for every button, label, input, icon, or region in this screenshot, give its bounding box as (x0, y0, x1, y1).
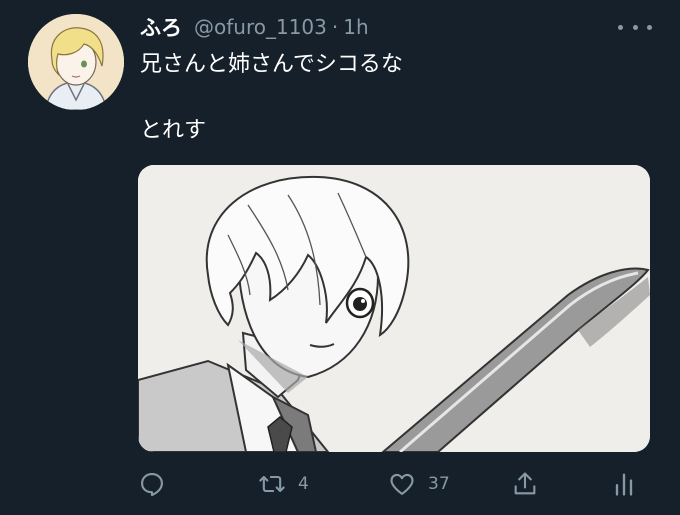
tweet-actions: 4 37 (138, 466, 638, 502)
retweet-count: 4 (298, 474, 309, 494)
share-icon (514, 472, 536, 495)
drawing-image (138, 165, 650, 452)
retweet-button[interactable]: 4 (258, 466, 309, 502)
share-button[interactable] (511, 466, 539, 502)
like-button[interactable]: 37 (388, 466, 450, 502)
more-options-icon[interactable] (618, 14, 652, 40)
avatar-illustration (28, 14, 124, 110)
more-dot (618, 24, 623, 30)
retweet-icon (259, 475, 285, 493)
heart-icon (390, 473, 414, 495)
analytics-button[interactable] (610, 466, 638, 502)
more-dot (632, 24, 638, 30)
display-name[interactable]: ふろ (140, 12, 182, 42)
reply-icon (141, 473, 163, 497)
user-handle[interactable]: @ofuro_1103 (194, 15, 327, 39)
timestamp[interactable]: 1h (343, 15, 368, 39)
separator-dot: · (331, 15, 339, 39)
tweet-media-image[interactable] (138, 165, 650, 452)
like-count: 37 (428, 474, 450, 494)
tweet-header: ふろ @ofuro_1103 · 1h (140, 10, 369, 44)
more-dot (647, 24, 652, 30)
tweet-text: 兄さんと姉さんでシコるな とれす (140, 52, 403, 143)
analytics-icon (615, 473, 633, 496)
user-avatar[interactable] (28, 14, 124, 110)
tweet: ふろ @ofuro_1103 · 1h 兄さんと姉さんでシコるな とれす 4 3… (0, 0, 680, 515)
reply-button[interactable] (138, 466, 178, 502)
